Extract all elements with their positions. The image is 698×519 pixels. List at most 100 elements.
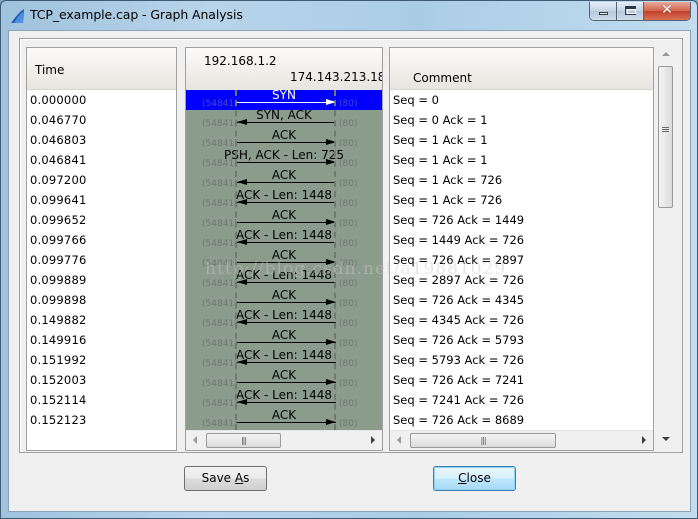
flow-arrow-line (237, 282, 336, 283)
flow-row[interactable]: (54841) (80) ACK (186, 288, 382, 310)
scroll-left-arrow-icon[interactable] (397, 436, 401, 444)
comment-row[interactable]: Seq = 726 Ack = 8689 (390, 410, 653, 430)
comment-row[interactable]: Seq = 0 Ack = 1 (390, 110, 653, 130)
flow-row[interactable]: (54841) (80) ACK (186, 168, 382, 190)
flow-arrow-line (237, 322, 336, 323)
flow-row[interactable]: (54841) (80) PSH, ACK - Len: 725 (186, 148, 382, 170)
close-window-button[interactable]: ✕ (644, 2, 690, 20)
time-row[interactable]: 0.152003 (27, 370, 176, 390)
scroll-thumb[interactable] (410, 433, 556, 448)
flow-arrow-line (237, 102, 336, 103)
time-row[interactable]: 0.046770 (27, 110, 176, 130)
comment-list[interactable]: Comment Seq = 0 Seq = 0 Ack = 1 Seq = 1 Ac… (389, 47, 654, 451)
flow-label: SYN, ACK (256, 108, 312, 122)
comment-row[interactable]: Seq = 7241 Ack = 726 (390, 390, 653, 410)
vertical-scroll-thumb[interactable] (658, 66, 673, 208)
time-row[interactable]: 0.097200 (27, 170, 176, 190)
flow-row[interactable]: (54841) (80) ACK - Len: 1448 (186, 308, 382, 330)
comment-row[interactable]: Seq = 1 Ack = 1 (390, 150, 653, 170)
time-row[interactable]: 0.046803 (27, 130, 176, 150)
time-row[interactable]: 0.099889 (27, 270, 176, 290)
comment-row[interactable]: Seq = 1 Ack = 726 (390, 170, 653, 190)
scroll-left-arrow-icon[interactable] (193, 436, 197, 444)
flow-label: ACK - Len: 1448 (235, 388, 333, 402)
time-row[interactable]: 0.099652 (27, 210, 176, 230)
time-row[interactable]: 0.152123 (27, 410, 176, 430)
time-row[interactable]: 0.099776 (27, 250, 176, 270)
minimize-button[interactable] (590, 2, 617, 20)
time-row[interactable]: 0.046841 (27, 150, 176, 170)
close-button[interactable]: Close (433, 466, 516, 491)
comment-row[interactable]: Seq = 4345 Ack = 726 (390, 310, 653, 330)
flow-row[interactable]: (54841) (80) ACK (186, 408, 382, 430)
flow-label: ACK (271, 128, 297, 142)
flow-arrow-line (237, 222, 336, 223)
time-row[interactable]: 0.099766 (27, 230, 176, 250)
comment-row[interactable]: Seq = 726 Ack = 7241 (390, 370, 653, 390)
scroll-right-arrow-icon[interactable] (642, 436, 646, 444)
comment-row[interactable]: Seq = 726 Ack = 4345 (390, 290, 653, 310)
scroll-down-arrow-icon[interactable] (662, 437, 670, 441)
comment-row[interactable]: Seq = 726 Ack = 5793 (390, 330, 653, 350)
flow-arrow-line (237, 362, 336, 363)
flow-arrow-line (237, 122, 336, 123)
flow-row[interactable]: (54841) (80) SYN (186, 90, 382, 110)
comment-row[interactable]: Seq = 1 Ack = 1 (390, 130, 653, 150)
flow-arrow-line (237, 342, 336, 343)
flow-row[interactable]: (54841) (80) ACK (186, 248, 382, 270)
flow-row[interactable]: (54841) (80) ACK (186, 128, 382, 150)
title-bar[interactable]: TCP_example.cap - Graph Analysis ✕ (1, 1, 697, 31)
time-column-header[interactable]: Time (27, 48, 176, 90)
host-right-label: 174.143.213.184 (290, 70, 383, 84)
flow-row[interactable]: (54841) (80) ACK - Len: 1448 (186, 348, 382, 370)
flow-arrow-line (237, 422, 336, 423)
comment-horizontal-scrollbar[interactable] (390, 430, 653, 450)
save-as-button[interactable]: Save As (184, 466, 267, 491)
flow-row[interactable]: (54841) (80) ACK - Len: 1448 (186, 188, 382, 210)
graph-analysis-window: TCP_example.cap - Graph Analysis ✕ Time … (0, 0, 698, 519)
flow-row[interactable]: (54841) (80) ACK - Len: 1448 (186, 388, 382, 410)
comment-row[interactable]: Seq = 726 Ack = 1449 (390, 210, 653, 230)
comment-header-label: Comment (413, 71, 472, 85)
flow-arrow-line (237, 262, 336, 263)
graph-horizontal-scrollbar[interactable] (186, 430, 382, 450)
vertical-scrollbar[interactable] (657, 47, 675, 451)
flow-label: SYN (272, 90, 296, 102)
comment-row[interactable]: Seq = 2897 Ack = 726 (390, 270, 653, 290)
comment-row[interactable]: Seq = 0 (390, 90, 653, 110)
flow-label: ACK (271, 248, 297, 262)
flow-graph-canvas[interactable]: (54841) (80) SYN (54841) (80) SYN, ACK (54841)… (186, 90, 382, 430)
flow-row[interactable]: (54841) (80) ACK (186, 368, 382, 390)
scroll-up-arrow-icon[interactable] (662, 52, 670, 56)
time-row[interactable]: 0.099898 (27, 290, 176, 310)
flow-row[interactable]: (54841) (80) SYN, ACK (186, 108, 382, 130)
time-row[interactable]: 0.149882 (27, 310, 176, 330)
caption-buttons: ✕ (589, 2, 691, 21)
scroll-right-arrow-icon[interactable] (371, 436, 375, 444)
time-row[interactable]: 0.000000 (27, 90, 176, 110)
time-row[interactable]: 0.149916 (27, 330, 176, 350)
time-row[interactable]: 0.152114 (27, 390, 176, 410)
flow-label: ACK - Len: 1448 (235, 308, 333, 322)
flow-row[interactable]: (54841) (80) ACK - Len: 1448 (186, 228, 382, 250)
flow-graph-panel[interactable]: 192.168.1.2 174.143.213.184 (54841) (80) S… (185, 47, 383, 451)
maximize-button[interactable] (617, 2, 644, 20)
wireshark-fin-icon (11, 9, 24, 23)
scroll-thumb[interactable] (206, 433, 281, 448)
minimize-icon (599, 12, 608, 15)
time-list[interactable]: Time 0.000000 0.046770 0.046803 0.046841 0.0… (26, 47, 177, 451)
comment-row[interactable]: Seq = 5793 Ack = 726 (390, 350, 653, 370)
comment-row[interactable]: Seq = 726 Ack = 2897 (390, 250, 653, 270)
flow-arrow-line (237, 142, 336, 143)
flow-row[interactable]: (54841) (80) ACK - Len: 1448 (186, 268, 382, 290)
time-rows: 0.000000 0.046770 0.046803 0.046841 0.097200… (27, 90, 176, 430)
lifeline-left (235, 90, 237, 430)
comment-row[interactable]: Seq = 1449 Ack = 726 (390, 230, 653, 250)
flow-row[interactable]: (54841) (80) ACK (186, 328, 382, 350)
time-row[interactable]: 0.151992 (27, 350, 176, 370)
flow-label: ACK (271, 368, 297, 382)
comment-column-header[interactable]: Comment (390, 48, 653, 90)
flow-row[interactable]: (54841) (80) ACK (186, 208, 382, 230)
time-row[interactable]: 0.099641 (27, 190, 176, 210)
comment-row[interactable]: Seq = 1 Ack = 726 (390, 190, 653, 210)
